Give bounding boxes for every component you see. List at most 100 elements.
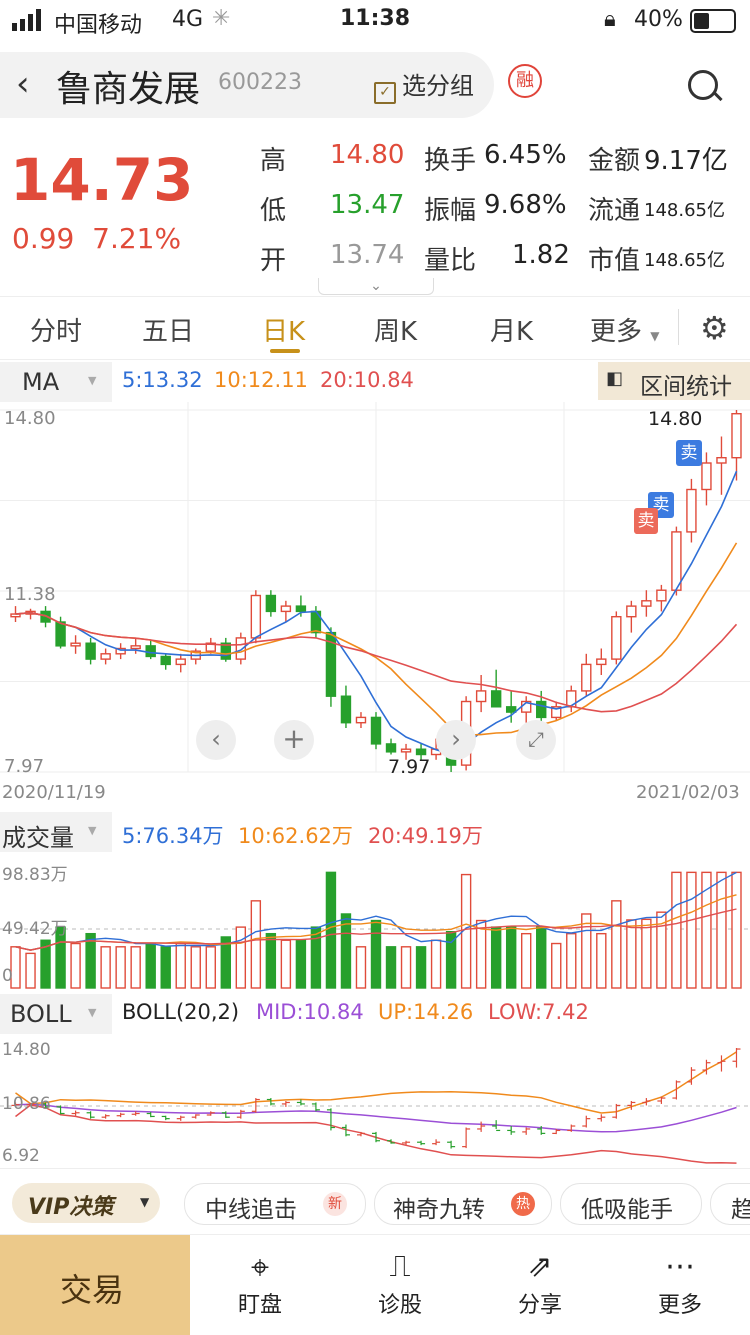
signal-badge[interactable]: 卖 <box>634 508 658 534</box>
volume-bar <box>325 871 337 989</box>
candle-body <box>295 605 307 613</box>
more-dots-icon: ⋯ <box>665 1249 695 1284</box>
tab-more-label: 更多 <box>590 317 643 347</box>
volume-indicator-selector[interactable]: 成交量 ▼ <box>0 812 112 852</box>
select-group-label: 选分组 <box>402 72 474 100</box>
ma10-value: 10:12.11 <box>214 368 308 392</box>
hot-badge: 热 <box>511 1192 535 1216</box>
diagnose-button[interactable]: ⎍ 诊股 <box>360 1247 440 1327</box>
candle-body <box>130 645 141 650</box>
caret-down-icon: ▼ <box>88 374 97 387</box>
kline-chart[interactable] <box>0 402 750 802</box>
candle-body <box>250 594 262 639</box>
candle-body <box>235 637 247 660</box>
y-axis-mid: 11.38 <box>4 584 56 605</box>
watch-button[interactable]: ⌖ 盯盘 <box>220 1247 300 1327</box>
market-cap-value: 148.65亿 <box>644 250 725 271</box>
volume-bar <box>731 871 742 989</box>
open-value: 13.74 <box>330 240 405 270</box>
candle-body <box>280 605 292 613</box>
volume-bar <box>536 926 547 989</box>
settings-gear-icon[interactable]: ⚙ <box>700 309 729 347</box>
candle-body <box>70 642 81 647</box>
boll-low: LOW:7.42 <box>488 1000 589 1024</box>
strategy-chip[interactable]: 神奇九转 热 <box>374 1183 552 1225</box>
strategy-chip[interactable]: 趋 <box>710 1183 750 1225</box>
tab-daily-k[interactable]: 日K <box>262 311 305 348</box>
strategy-chip[interactable]: 低吸能手 <box>560 1183 702 1225</box>
vol20-value: 20:49.19万 <box>368 824 483 848</box>
candle-body <box>100 653 111 660</box>
ma5-value: 5:13.32 <box>122 368 203 392</box>
volume-bar <box>596 932 607 989</box>
volume-label: 成交量 <box>2 824 74 852</box>
zoom-in-button[interactable]: + <box>274 720 314 760</box>
tab-more[interactable]: 更多 ▼ <box>590 311 660 348</box>
volume-bar <box>145 942 156 989</box>
fullscreen-button[interactable]: ⤢ <box>516 720 556 760</box>
float-label: 流通 <box>588 196 641 226</box>
volume-bar <box>205 946 216 989</box>
volume-bar <box>355 946 367 989</box>
volume-bar <box>85 932 96 989</box>
high-label: 高 <box>260 146 287 176</box>
candle-body <box>55 621 66 647</box>
boll-upper-line <box>15 1051 737 1114</box>
divider <box>678 309 679 345</box>
turnover-label: 换手 <box>424 146 477 176</box>
candle-body <box>145 645 156 658</box>
tab-intraday[interactable]: 分时 <box>30 311 82 348</box>
high-value: 14.80 <box>330 140 405 170</box>
boll-mid: MID:10.84 <box>256 1000 364 1024</box>
volume-bar <box>295 939 307 989</box>
current-price: 14.73 <box>10 146 194 214</box>
tab-weekly-k[interactable]: 周K <box>374 311 417 348</box>
watch-label: 盯盘 <box>237 1293 282 1318</box>
battery-text: 40% <box>634 7 683 32</box>
share-button[interactable]: ⇗ 分享 <box>500 1247 580 1327</box>
scroll-left-button[interactable]: ‹ <box>196 720 236 760</box>
tab-five-day[interactable]: 五日 <box>142 311 194 348</box>
vip-label: VIP决策 <box>28 1195 114 1220</box>
change-percent: 7.21% <box>92 222 182 255</box>
tab-monthly-k[interactable]: 月K <box>490 311 533 348</box>
trade-button[interactable]: 交易 <box>0 1235 190 1335</box>
expand-quote-button[interactable]: ⌄ <box>318 278 434 295</box>
volume-bar <box>400 946 412 989</box>
vip-decision-button[interactable]: VIP决策 ▼ <box>12 1183 160 1223</box>
share-label: 分享 <box>517 1293 562 1318</box>
max-price-label: 14.80 <box>648 408 703 430</box>
strategy-chip[interactable]: 中线追击 新 <box>184 1183 366 1225</box>
volume-bar <box>490 926 502 989</box>
select-group-button[interactable]: ✓ 选分组 <box>374 66 474 104</box>
amount-value: 9.17亿 <box>644 146 728 176</box>
candle-body <box>701 462 712 491</box>
more-label: 更多 <box>657 1293 702 1318</box>
date-end: 2021/02/03 <box>636 782 740 803</box>
low-label: 低 <box>260 196 287 226</box>
amplitude-value: 9.68% <box>484 190 567 220</box>
boll-chart[interactable] <box>0 1034 750 1168</box>
volume-ratio-value: 1.82 <box>512 240 570 270</box>
volume-chart[interactable] <box>0 852 750 992</box>
boll-indicator-selector[interactable]: BOLL ▼ <box>0 994 112 1034</box>
volume-bar <box>280 939 292 989</box>
back-icon[interactable]: ‹ <box>16 64 30 104</box>
volume-ratio-label: 量比 <box>424 246 477 276</box>
range-stats-button[interactable]: ◧ 区间统计 <box>598 362 750 400</box>
volume-bar <box>430 939 442 989</box>
volume-bar <box>235 926 247 989</box>
volume-y-bottom: 0 <box>2 966 13 986</box>
chevron-left-icon: ‹ <box>211 725 221 753</box>
sell-signal-badge[interactable]: 卖 <box>676 440 702 466</box>
more-button[interactable]: ⋯ 更多 <box>640 1247 720 1327</box>
float-value: 148.65亿 <box>644 200 725 221</box>
active-tab-indicator <box>270 349 300 353</box>
search-icon[interactable] <box>688 70 718 100</box>
volume-bar <box>130 946 141 989</box>
ma-indicator-selector[interactable]: MA ▼ <box>0 362 112 402</box>
margin-badge[interactable]: 融 <box>508 64 542 98</box>
scroll-right-button[interactable]: › <box>436 720 476 760</box>
candle-body <box>686 488 697 533</box>
volume-bar <box>250 900 262 989</box>
